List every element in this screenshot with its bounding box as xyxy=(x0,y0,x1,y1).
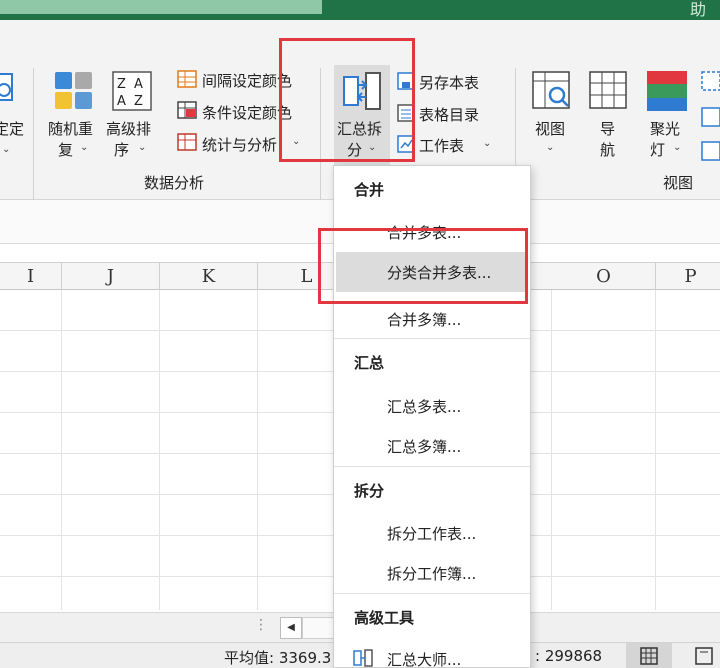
menu-header-split: 拆分 xyxy=(354,482,385,500)
table-directory-button[interactable]: 表格目录 xyxy=(419,104,479,125)
condition-color-icon xyxy=(177,101,197,119)
navigate-line2[interactable]: 航 xyxy=(600,139,615,160)
active-document-tab[interactable] xyxy=(0,0,322,14)
menu-item-merge-workbooks[interactable]: 合并多簿... xyxy=(387,309,461,330)
menu-item-summarize-sheets[interactable]: 汇总多表... xyxy=(387,396,461,417)
view-magnify-icon xyxy=(532,71,572,111)
menu-item-summarize-workbooks[interactable]: 汇总多簿... xyxy=(387,436,461,457)
column-header-p[interactable]: P xyxy=(656,263,720,291)
column-header-o[interactable]: O xyxy=(552,263,656,291)
grid-line xyxy=(159,290,160,610)
status-sum: : 299868 xyxy=(535,647,603,665)
advanced-sort-line1[interactable]: 高级排 xyxy=(106,118,151,139)
spreadsheet-window: 助 定定 ⌄ 随机重 复 ⌄ Z A A Z 高级排 序 ⌄ 间隔设定颜色 条件… xyxy=(0,0,720,668)
title-bar: 助 xyxy=(0,0,720,20)
group-label-view: 视图 xyxy=(663,174,694,192)
menu-header-summarize: 汇总 xyxy=(354,354,385,372)
scroll-left-button[interactable]: ◀ xyxy=(280,617,302,639)
summary-master-icon xyxy=(353,649,373,667)
grid-line xyxy=(61,290,62,610)
group-label-data-analysis: 数据分析 xyxy=(144,174,205,192)
svg-text:A: A xyxy=(134,77,143,92)
menu-separator xyxy=(334,593,530,594)
title-corner-glyph: 助 xyxy=(690,0,707,19)
partial-left-label[interactable]: 定定 xyxy=(0,118,24,139)
column-header-j[interactable]: J xyxy=(62,263,160,291)
menu-header-merge: 合并 xyxy=(354,181,385,199)
sort-az-icon: Z A A Z xyxy=(112,71,152,111)
column-header-k[interactable]: K xyxy=(160,263,258,291)
menu-header-advanced-tools: 高级工具 xyxy=(354,609,415,627)
random-repeat-line2[interactable]: 复 xyxy=(58,139,73,160)
menu-separator xyxy=(334,338,530,339)
view-button[interactable]: 视图 xyxy=(535,118,565,139)
svg-text:Z: Z xyxy=(134,94,143,109)
partial-magnify-icon xyxy=(0,72,16,104)
page-layout-view-button[interactable] xyxy=(690,643,720,668)
chevron-down-icon: ⌄ xyxy=(80,142,89,153)
worksheet-button[interactable]: 工作表 xyxy=(419,135,464,156)
scroll-grip-icon: ⋮ xyxy=(254,617,268,633)
random-grid-icon xyxy=(54,71,94,111)
status-average: 平均值: 3369.3 xyxy=(224,649,332,667)
navigate-line1[interactable]: 导 xyxy=(600,118,615,139)
menu-item-split-worksheet[interactable]: 拆分工作表... xyxy=(387,523,476,544)
navigate-grid-icon xyxy=(589,71,629,111)
chevron-down-icon: ⌄ xyxy=(673,142,682,153)
grid-line xyxy=(257,290,258,610)
normal-view-button[interactable] xyxy=(626,643,672,668)
menu-item-split-workbook[interactable]: 拆分工作簿... xyxy=(387,563,476,584)
stats-icon xyxy=(177,133,197,151)
save-this-sheet-button[interactable]: 另存本表 xyxy=(419,72,479,93)
spotlight-icon xyxy=(647,71,687,111)
chevron-down-icon: ⌄ xyxy=(483,138,492,149)
svg-text:A: A xyxy=(117,94,126,109)
annotation-box-summarize-split xyxy=(279,38,415,162)
chevron-down-icon: ⌄ xyxy=(2,144,11,155)
random-repeat-line1[interactable]: 随机重 xyxy=(48,118,93,139)
grid-line xyxy=(551,290,552,610)
chevron-down-icon: ⌄ xyxy=(138,142,147,153)
stats-analysis-button[interactable]: 统计与分析 xyxy=(202,134,277,155)
interval-color-icon xyxy=(177,70,197,88)
column-header-i[interactable]: I xyxy=(0,263,62,291)
menu-separator xyxy=(334,466,530,467)
menu-item-summary-master[interactable]: 汇总大师... xyxy=(387,649,461,668)
spotlight-line2[interactable]: 灯 xyxy=(650,139,665,160)
spotlight-line1[interactable]: 聚光 xyxy=(650,118,680,139)
partial-right-icons xyxy=(700,70,720,166)
annotation-box-category-merge xyxy=(318,228,528,304)
svg-text:Z: Z xyxy=(117,77,126,92)
chevron-down-icon: ⌄ xyxy=(546,142,555,153)
grid-line xyxy=(655,290,656,610)
advanced-sort-line2[interactable]: 序 xyxy=(114,139,129,160)
